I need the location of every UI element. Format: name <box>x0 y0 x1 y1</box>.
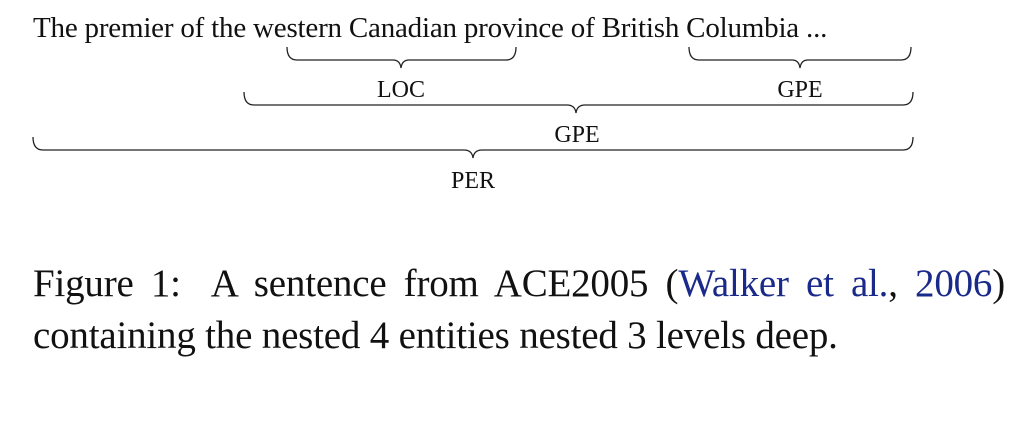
entity-label-gpe-inner: GPE <box>777 77 823 103</box>
bracket-per <box>32 136 914 159</box>
citation-link-authors[interactable]: Walker et al. <box>678 262 888 305</box>
figure-number: Figure 1: <box>33 262 181 305</box>
entity-label-per: PER <box>450 168 496 194</box>
entity-brackets <box>32 46 914 159</box>
entity-label-loc: LOC <box>377 77 425 103</box>
citation-link-year[interactable]: 2006 <box>915 262 992 305</box>
bracket-loc <box>286 46 517 69</box>
figure-caption: Figure 1: A sentence from ACE2005 (Walker… <box>33 258 1005 362</box>
entity-label-gpe-outer: GPE <box>554 122 600 148</box>
nested-entity-figure: The premier of the western Canadian prov… <box>0 0 1018 215</box>
citation-separator: , <box>888 262 916 305</box>
bracket-gpe-inner <box>688 46 912 69</box>
caption-text-before: A sentence from ACE2005 ( <box>210 262 679 305</box>
